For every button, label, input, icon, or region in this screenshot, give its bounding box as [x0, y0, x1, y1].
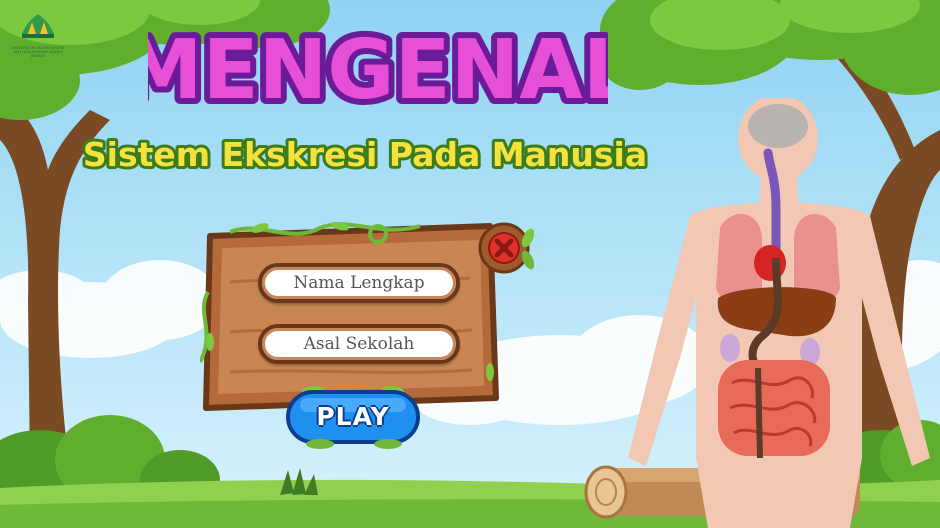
subtitle-text: Sistem Ekskresi Pada Manusia	[83, 135, 647, 174]
grass-tuft	[280, 468, 318, 495]
close-x-icon	[478, 222, 535, 274]
university-logo: UNIVERSITAS ISLAM NEGERI KIAI HAJI ACHMA…	[10, 12, 66, 58]
full-name-input[interactable]	[258, 263, 460, 303]
logo-emblem-icon	[22, 14, 54, 38]
game-subtitle: Sistem Ekskresi Pada Manusia	[80, 132, 650, 177]
play-button-label: PLAY	[316, 401, 390, 431]
heart	[754, 245, 786, 281]
title-main: MENGENAL	[148, 23, 608, 118]
game-screen: UNIVERSITAS ISLAM NEGERI KIAI HAJI ACHMA…	[0, 0, 940, 528]
game-title: MENGENAL	[148, 20, 608, 120]
logo-caption-line3: JEMBER	[30, 54, 46, 59]
brain	[748, 104, 808, 148]
close-button[interactable]	[478, 222, 535, 278]
left-kidney	[720, 334, 740, 362]
school-origin-input[interactable]	[258, 324, 460, 364]
play-button[interactable]: PLAY	[284, 382, 422, 450]
